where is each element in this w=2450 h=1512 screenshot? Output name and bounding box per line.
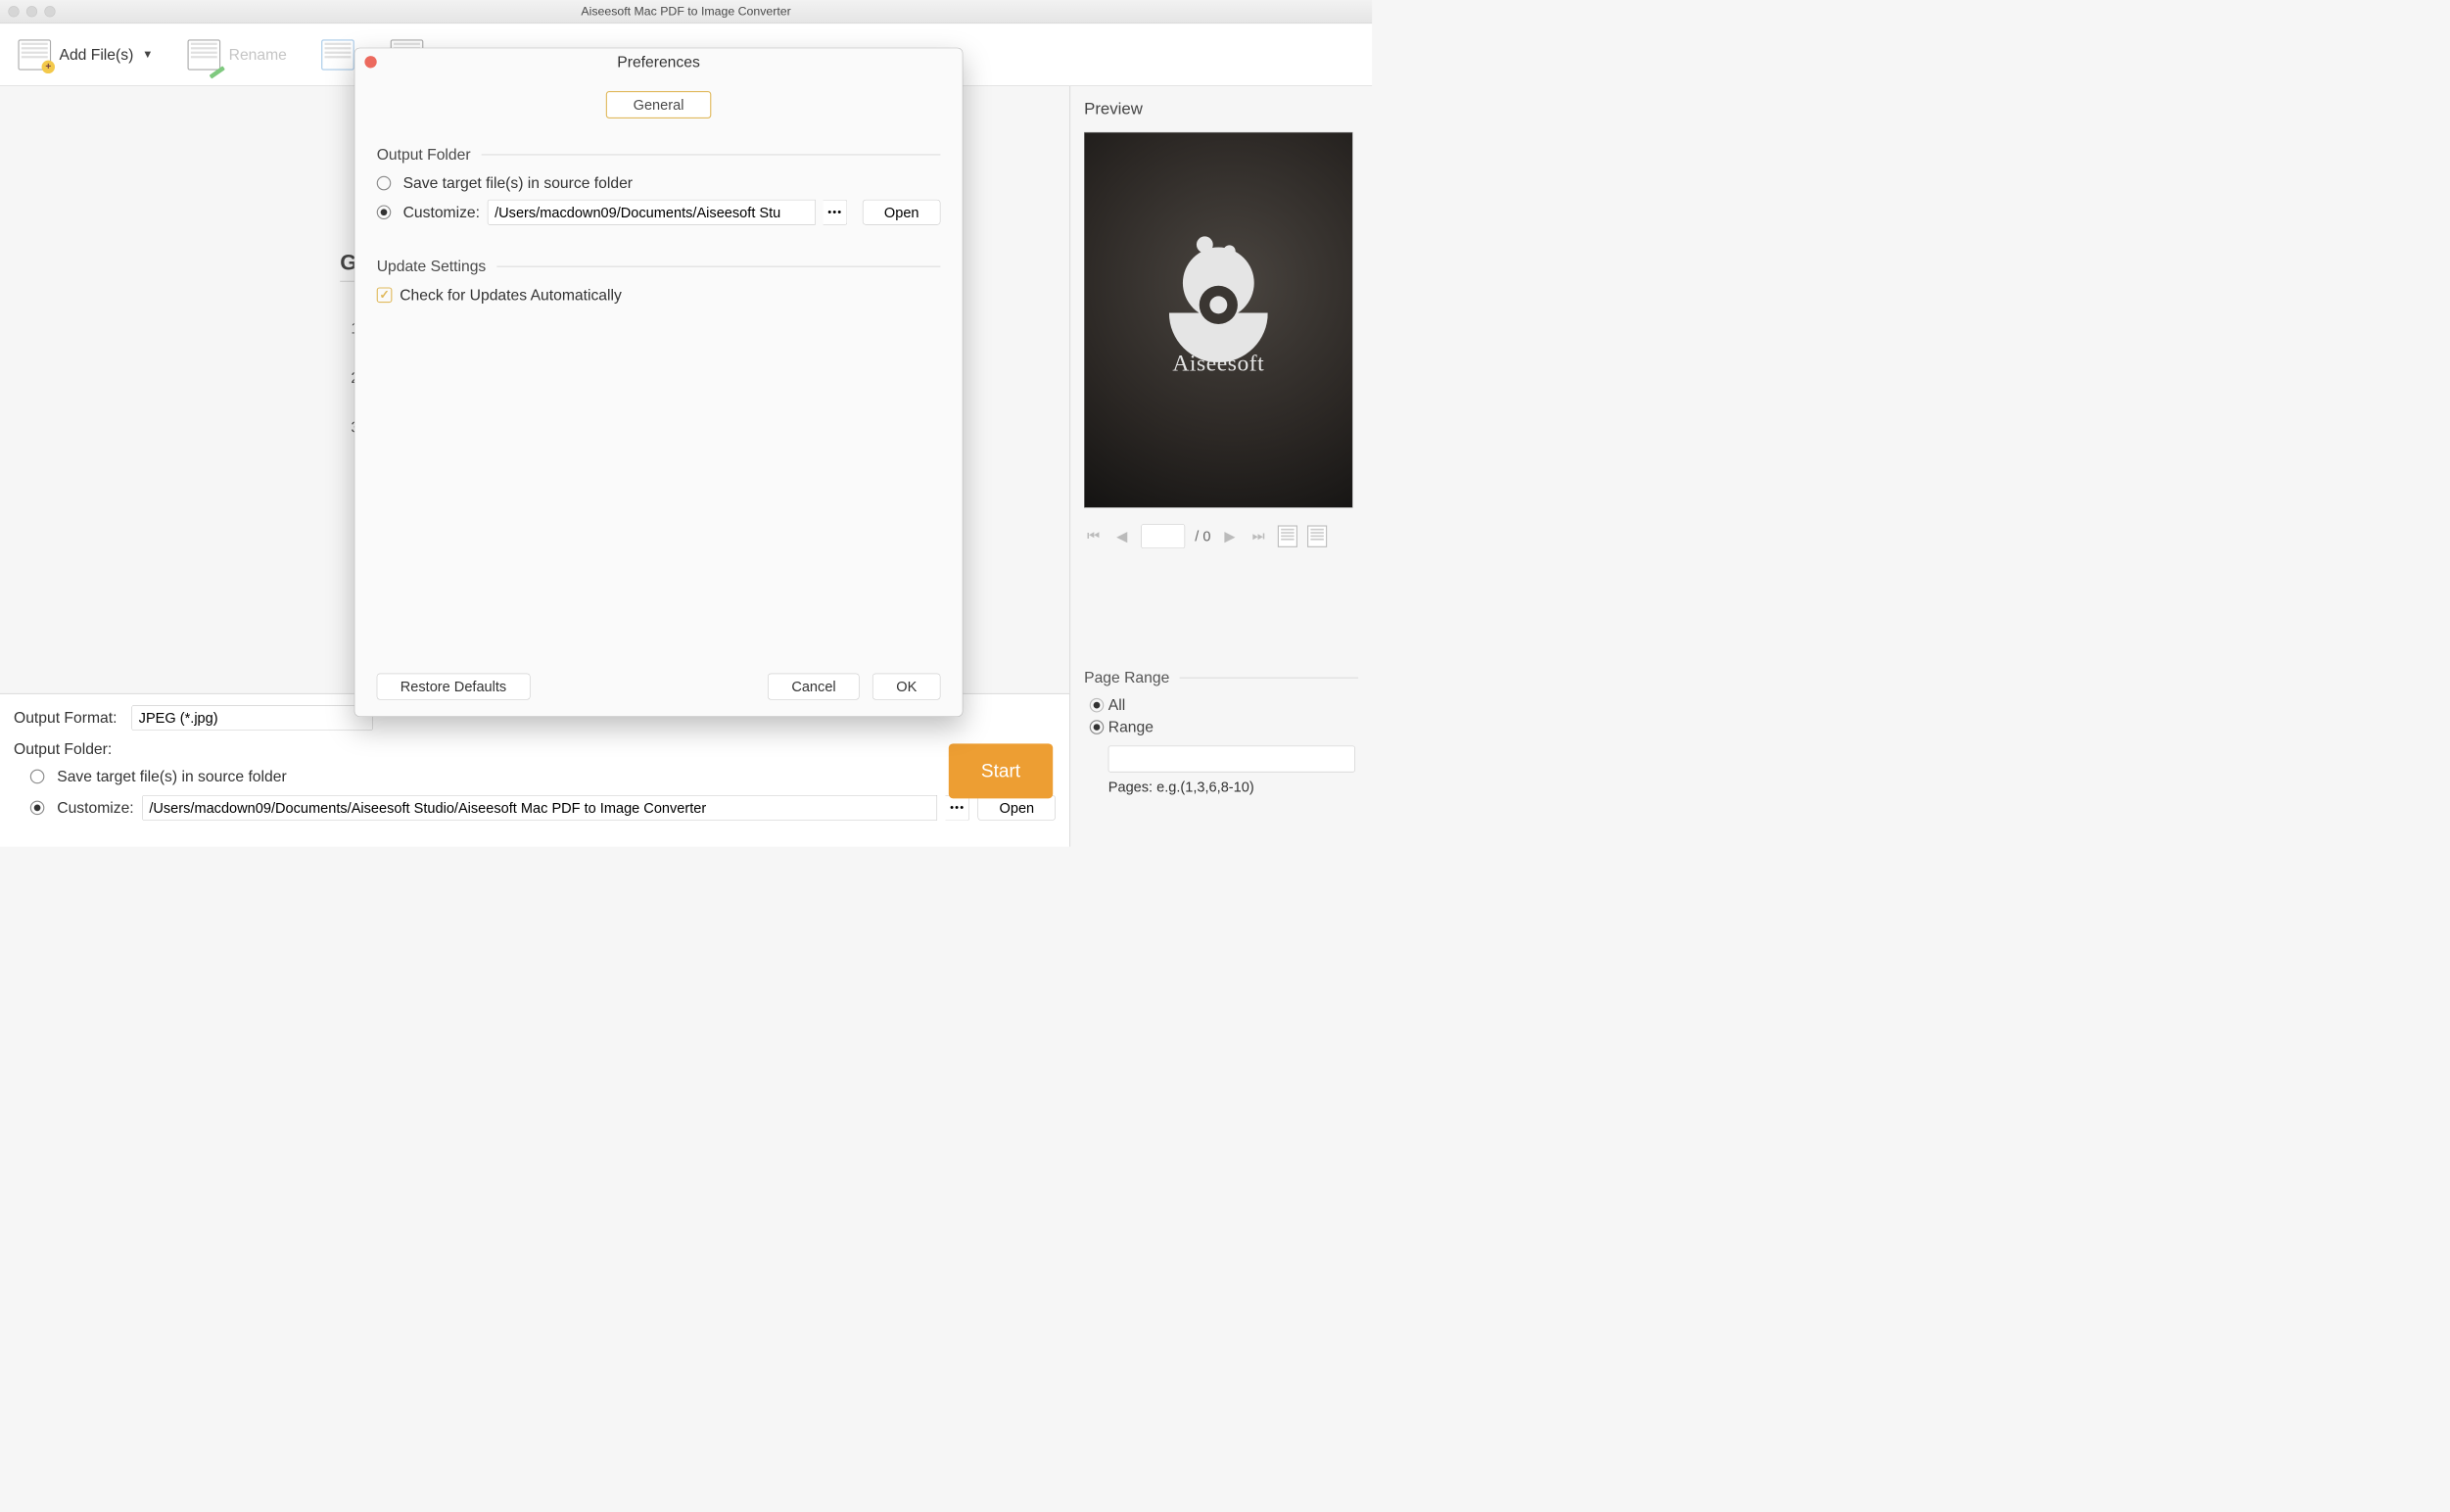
- customize-path-input[interactable]: [142, 795, 937, 821]
- page-range-all-label: All: [1108, 696, 1125, 714]
- preview-title: Preview: [1084, 100, 1358, 118]
- pref-open-button[interactable]: Open: [863, 200, 940, 225]
- page-thumb-icon[interactable]: [1278, 525, 1297, 546]
- pref-browse-button[interactable]: •••: [824, 200, 848, 225]
- update-settings-legend: Update Settings: [377, 258, 487, 275]
- preview-sidebar: Preview Aiseesoft ⏮ ◀ / 0 ▶ ⏭: [1070, 86, 1372, 847]
- close-modal-button[interactable]: [364, 56, 376, 68]
- page-range-input[interactable]: [1108, 746, 1355, 773]
- add-file-icon: +: [17, 38, 53, 71]
- modal-footer: Restore Defaults Cancel OK: [377, 674, 941, 700]
- traffic-lights: [0, 6, 56, 17]
- customize-label: Customize:: [57, 799, 133, 817]
- first-page-button[interactable]: ⏮: [1084, 528, 1103, 545]
- ok-button[interactable]: OK: [872, 674, 940, 700]
- pref-save-source-label: Save target file(s) in source folder: [403, 174, 633, 192]
- check-updates-label: Check for Updates Automatically: [400, 286, 622, 304]
- update-settings-fieldset: Update Settings Check for Updates Automa…: [377, 258, 941, 304]
- next-page-button[interactable]: ▶: [1221, 528, 1240, 544]
- page-range-all-radio[interactable]: [1090, 698, 1105, 713]
- window-title: Aiseesoft Mac PDF to Image Converter: [581, 4, 790, 19]
- output-folder-label: Output Folder:: [14, 740, 112, 758]
- save-source-radio[interactable]: [30, 770, 45, 784]
- output-folder-legend: Output Folder: [377, 146, 471, 164]
- customize-radio[interactable]: [30, 801, 45, 816]
- pref-path-input[interactable]: [488, 200, 816, 225]
- page-number-input[interactable]: [1141, 524, 1185, 548]
- page-range-range-label: Range: [1108, 719, 1154, 736]
- page-range-hint: Pages: e.g.(1,3,6,8-10): [1108, 779, 1358, 795]
- chevron-down-icon: ▼: [142, 48, 153, 61]
- output-folder-fieldset: Output Folder Save target file(s) in sou…: [377, 146, 941, 225]
- last-page-button[interactable]: ⏭: [1249, 528, 1268, 545]
- modal-titlebar: Preferences: [354, 48, 962, 75]
- open-folder-button[interactable]: Open: [978, 795, 1056, 821]
- minimize-window-button[interactable]: [26, 6, 37, 17]
- pref-save-source-radio[interactable]: [377, 176, 392, 191]
- browse-path-button[interactable]: •••: [946, 795, 970, 821]
- page-total-label: / 0: [1195, 528, 1210, 544]
- pref-customize-radio[interactable]: [377, 205, 392, 219]
- add-files-button[interactable]: + Add File(s) ▼: [17, 38, 154, 71]
- add-files-label: Add File(s): [59, 46, 133, 64]
- preview-nav: ⏮ ◀ / 0 ▶ ⏭: [1084, 524, 1358, 548]
- logo-eye-icon: [1163, 263, 1273, 346]
- preview-canvas: Aiseesoft: [1084, 132, 1352, 508]
- start-button[interactable]: Start: [949, 743, 1053, 798]
- page-range-fieldset: Page Range All Range Pages: e.g.(1,3,6,8…: [1084, 669, 1358, 795]
- window-titlebar: Aiseesoft Mac PDF to Image Converter: [0, 0, 1372, 24]
- toolbar-item-3[interactable]: [319, 38, 355, 71]
- page-thumb2-icon[interactable]: [1307, 525, 1327, 546]
- page-range-legend: Page Range: [1084, 669, 1169, 686]
- check-updates-checkbox[interactable]: [377, 287, 393, 303]
- rename-button[interactable]: Rename: [186, 38, 287, 71]
- output-format-label: Output Format:: [14, 709, 123, 727]
- close-window-button[interactable]: [8, 6, 19, 17]
- modal-title: Preferences: [617, 53, 700, 71]
- restore-defaults-button[interactable]: Restore Defaults: [377, 674, 531, 700]
- pref-customize-label: Customize:: [403, 204, 480, 221]
- zoom-window-button[interactable]: [44, 6, 55, 17]
- prev-page-button[interactable]: ◀: [1112, 528, 1131, 544]
- output-format-select[interactable]: [131, 705, 372, 731]
- pdf-icon: [319, 38, 355, 71]
- aiseesoft-logo: Aiseesoft: [1163, 263, 1273, 376]
- cancel-button[interactable]: Cancel: [768, 674, 859, 700]
- general-tab[interactable]: General: [606, 91, 712, 118]
- rename-label: Rename: [229, 46, 287, 64]
- page-range-range-radio[interactable]: [1090, 720, 1105, 734]
- save-source-label: Save target file(s) in source folder: [57, 768, 286, 785]
- rename-icon: [186, 38, 222, 71]
- preferences-modal: Preferences General Output Folder Save t…: [354, 48, 964, 717]
